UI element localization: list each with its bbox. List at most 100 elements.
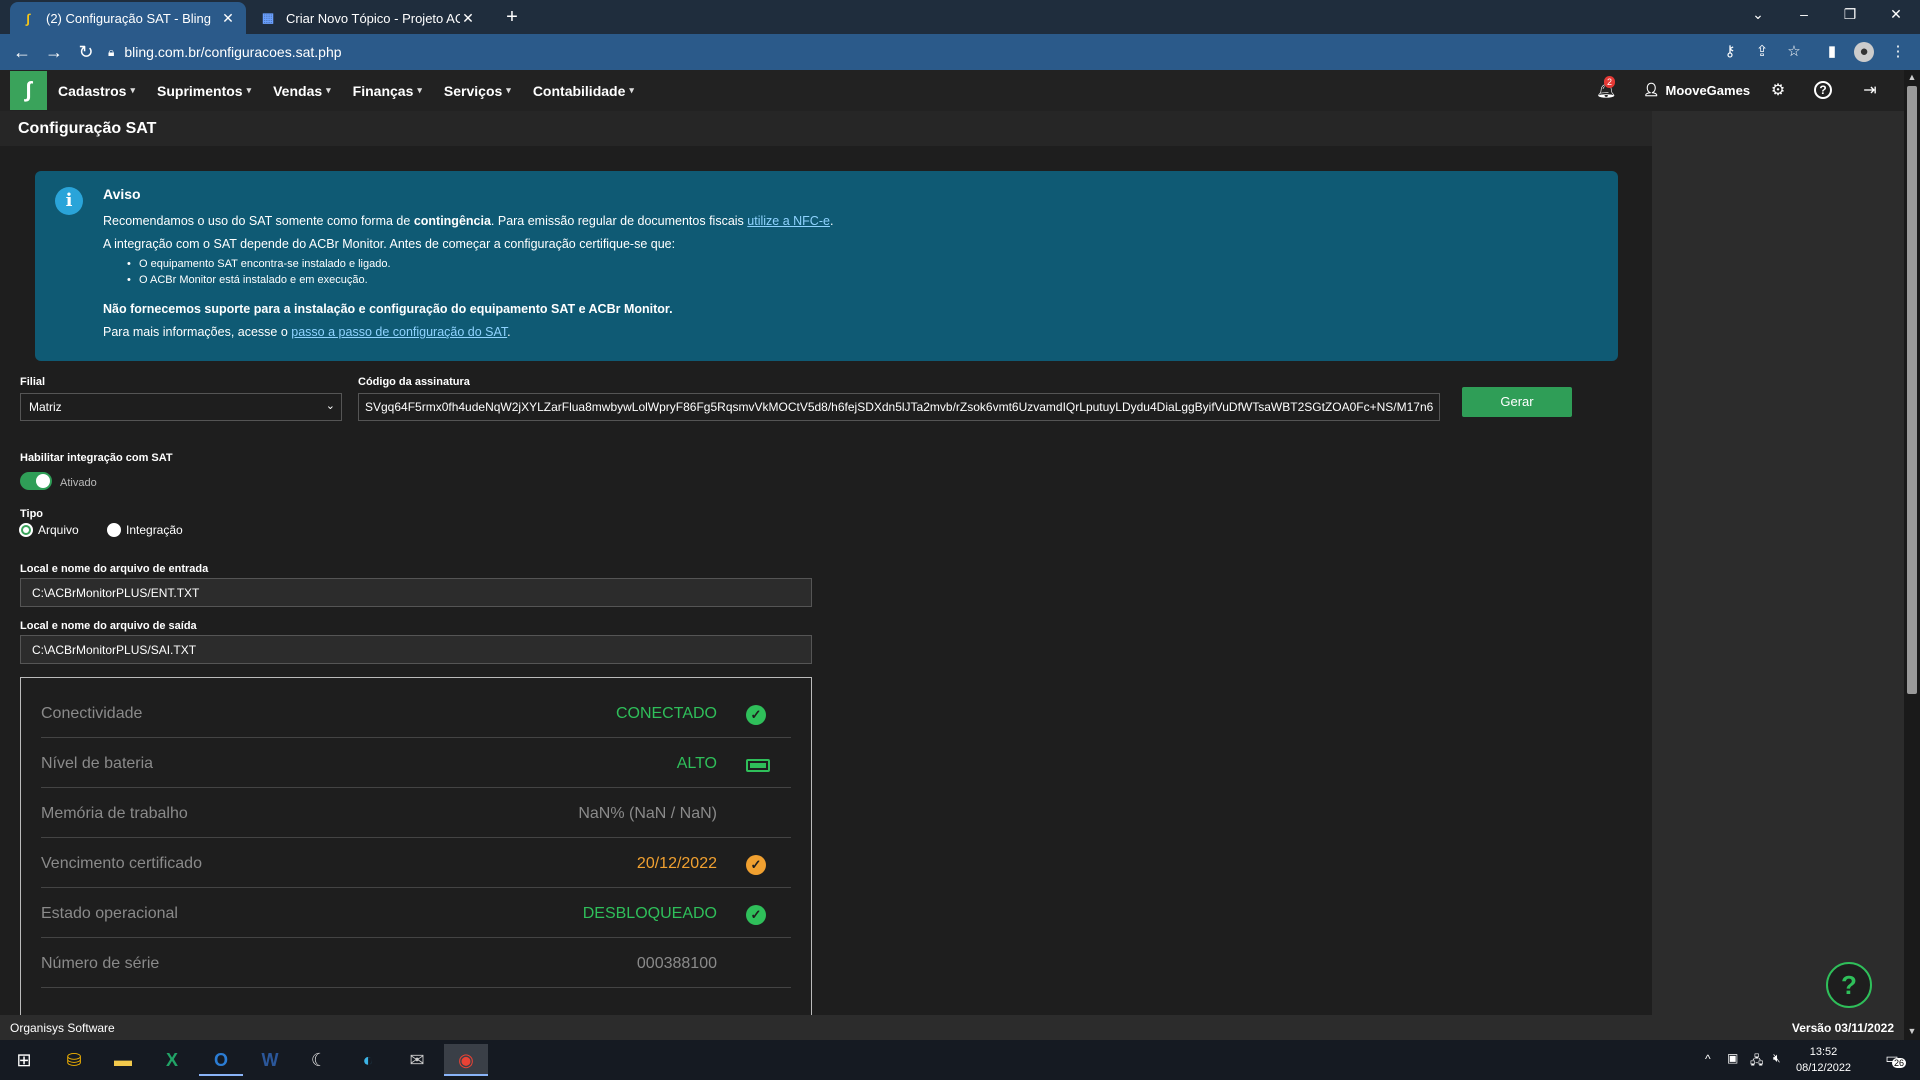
battery-full-icon — [746, 759, 770, 772]
chrome-icon[interactable]: ◉ — [444, 1044, 488, 1076]
menu-suprimentos[interactable]: Suprimentos ▾ — [157, 83, 251, 99]
menu-vendas[interactable]: Vendas ▾ — [273, 83, 331, 99]
network-icon[interactable]: 🖧︎ — [1750, 1051, 1763, 1080]
logout-icon[interactable]: ⇥ — [1860, 81, 1880, 101]
help-fab-button[interactable]: ? — [1826, 962, 1872, 1008]
passo-a-passo-link[interactable]: passo a passo de configuração do SAT — [291, 325, 507, 339]
reload-icon[interactable]: ↻ — [74, 41, 98, 63]
help-icon[interactable]: ? — [1814, 81, 1832, 99]
alert-text: . — [507, 325, 511, 339]
filial-select[interactable]: Matriz ⌄ — [20, 393, 342, 421]
clock-time: 13:52 — [1809, 1046, 1838, 1058]
menu-label: Vendas — [273, 82, 323, 99]
tab-search-icon[interactable]: ⌄ — [1735, 0, 1781, 30]
status-row-serie: Número de série 000388100 — [41, 938, 791, 988]
tray-chevron-up-icon[interactable]: ^ — [1705, 1052, 1711, 1080]
star-icon[interactable]: ☆ — [1784, 42, 1804, 62]
word-icon[interactable]: W — [248, 1044, 292, 1076]
entrada-input[interactable]: C:\ACBrMonitorPLUS/ENT.TXT — [20, 578, 812, 607]
tab-criar-novo-topico[interactable]: ▦ Criar Novo Tópico - Projeto ACBr ✕ — [250, 2, 486, 34]
filial-label: Filial — [20, 376, 46, 388]
close-icon[interactable]: ✕ — [220, 10, 236, 27]
radio-arquivo-label[interactable]: Arquivo — [38, 523, 79, 537]
footer-version: Versão 03/11/2022 — [1791, 1021, 1894, 1035]
menu-contabilidade[interactable]: Contabilidade ▾ — [533, 83, 634, 99]
sat-status-panel: Conectividade CONECTADO ✓ Nível de bater… — [20, 677, 812, 1015]
windows-start-icon[interactable]: ⊞ — [2, 1044, 46, 1076]
edge-icon[interactable]: ◐ — [346, 1044, 390, 1076]
back-icon[interactable]: ← — [10, 41, 34, 63]
radio-arquivo[interactable] — [19, 523, 33, 537]
tray-security-icon[interactable]: ▣ — [1727, 1051, 1738, 1080]
excel-icon[interactable]: X — [150, 1044, 194, 1076]
share-icon[interactable]: ⇪ — [1752, 42, 1772, 62]
radio-integracao-label[interactable]: Integração — [126, 523, 183, 537]
screen: ∫ (2) Configuração SAT - Bling ✕ ▦ Criar… — [0, 0, 1920, 1080]
saida-label: Local e nome do arquivo de saída — [20, 620, 197, 632]
alert-title: Aviso — [103, 186, 141, 202]
menu-cadastros[interactable]: Cadastros ▾ — [58, 83, 135, 99]
volume-muted-icon[interactable]: 🔇︎ — [1773, 1051, 1781, 1080]
windows-taskbar: ⊞ ⛁ ▬ X O W ☾ ◐ ✉ ◉ ^ ▣ 🖧︎ 🔇︎ 13:52 08/1… — [0, 1040, 1920, 1080]
kebab-menu-icon[interactable]: ⋮ — [1888, 42, 1908, 62]
status-label: Nível de bateria — [41, 755, 154, 772]
minimize-icon[interactable]: – — [1781, 0, 1827, 30]
notification-badge: 2 — [1604, 76, 1616, 88]
gerar-button[interactable]: Gerar — [1462, 387, 1572, 417]
toggle-knob — [36, 474, 50, 488]
file-explorer-icon[interactable]: ▬ — [101, 1044, 145, 1076]
filial-value: Matriz — [29, 400, 62, 414]
tipo-label: Tipo — [20, 508, 44, 520]
profile-avatar[interactable]: ● — [1854, 42, 1874, 62]
browser-toolbar: ← → ↻ 🔒︎ bling.com.br/configuracoes.sat.… — [0, 34, 1920, 70]
database-app-icon[interactable]: ⛁ — [52, 1044, 96, 1076]
saida-input[interactable]: C:\ACBrMonitorPLUS/SAI.TXT — [20, 635, 812, 664]
window-close-icon[interactable]: ✕ — [1873, 0, 1919, 30]
entrada-label: Local e nome do arquivo de entrada — [20, 563, 209, 575]
url-text: bling.com.br/configuracoes.sat.php — [124, 44, 342, 60]
bling-logo[interactable]: ∫ — [10, 71, 47, 110]
tab-configuracao-sat[interactable]: ∫ (2) Configuração SAT - Bling ✕ — [10, 2, 246, 34]
habilitar-toggle[interactable] — [20, 472, 52, 490]
scroll-up-icon[interactable]: ▲ — [1904, 72, 1920, 82]
new-tab-icon[interactable]: + — [500, 6, 524, 30]
status-value: DESBLOQUEADO — [582, 905, 717, 922]
chevron-down-icon: ▾ — [417, 85, 422, 95]
status-value: ALTO — [676, 755, 717, 772]
menu-financas[interactable]: Finanças ▾ — [353, 83, 422, 99]
key-icon[interactable]: ⚷ — [1720, 42, 1740, 62]
alert-text: Recomendamos o uso do SAT somente como f… — [103, 214, 414, 228]
page-header: Configuração SAT — [0, 111, 1652, 146]
outlook-icon[interactable]: O — [199, 1044, 243, 1076]
page-scrollbar[interactable]: ▲ ▼ — [1904, 70, 1920, 1040]
side-panel-icon[interactable]: ▮ — [1822, 42, 1842, 62]
toggle-state: Ativado — [60, 477, 97, 489]
nfce-link[interactable]: utilize a NFC-e — [747, 214, 830, 228]
mail-icon[interactable]: ✉ — [395, 1044, 439, 1076]
scroll-down-icon[interactable]: ▼ — [1904, 1026, 1920, 1036]
user-menu[interactable]: 👤︎ MooveGames — [1643, 82, 1750, 98]
clock-date: 08/12/2022 — [1796, 1062, 1852, 1074]
radio-integracao[interactable] — [107, 523, 121, 537]
habilitar-label: Habilitar integração com SAT — [20, 452, 173, 464]
gear-icon[interactable]: ⚙ — [1768, 81, 1788, 101]
scroll-thumb[interactable] — [1907, 86, 1917, 694]
app-navbar: ∫ Cadastros ▾ Suprimentos ▾ Vendas ▾ Finanç… — [0, 70, 1904, 111]
signature-input[interactable]: SVgq64F5rmx0fh4udeNqW2jXYLZarFlua8mwbywL… — [358, 393, 1440, 421]
address-bar[interactable]: 🔒︎ bling.com.br/configuracoes.sat.php — [108, 38, 1768, 66]
menu-servicos[interactable]: Serviços ▾ — [444, 83, 511, 99]
alert-line-1: Recomendamos o uso do SAT somente como f… — [103, 214, 833, 228]
forward-icon[interactable]: → — [42, 41, 66, 63]
phone-app-icon[interactable]: ☾ — [297, 1044, 341, 1076]
restore-icon[interactable]: ❐ — [1827, 0, 1873, 30]
user-name: MooveGames — [1665, 82, 1751, 98]
signature-label: Código da assinatura — [358, 376, 470, 388]
bell-icon[interactable]: 🔔︎ 2 — [1596, 76, 1616, 100]
lock-icon: 🔒︎ — [108, 44, 115, 59]
close-icon[interactable]: ✕ — [460, 10, 476, 27]
alert-line-2: A integração com o SAT depende do ACBr M… — [103, 237, 676, 251]
notification-center-icon[interactable]: ▭ 26 — [1878, 1050, 1907, 1072]
taskbar-clock[interactable]: 13:52 08/12/2022 — [1796, 1044, 1851, 1076]
page-content: Configuração SAT i Aviso Recomendamos o … — [0, 111, 1652, 1015]
check-circle-icon: ✓ — [746, 855, 766, 875]
